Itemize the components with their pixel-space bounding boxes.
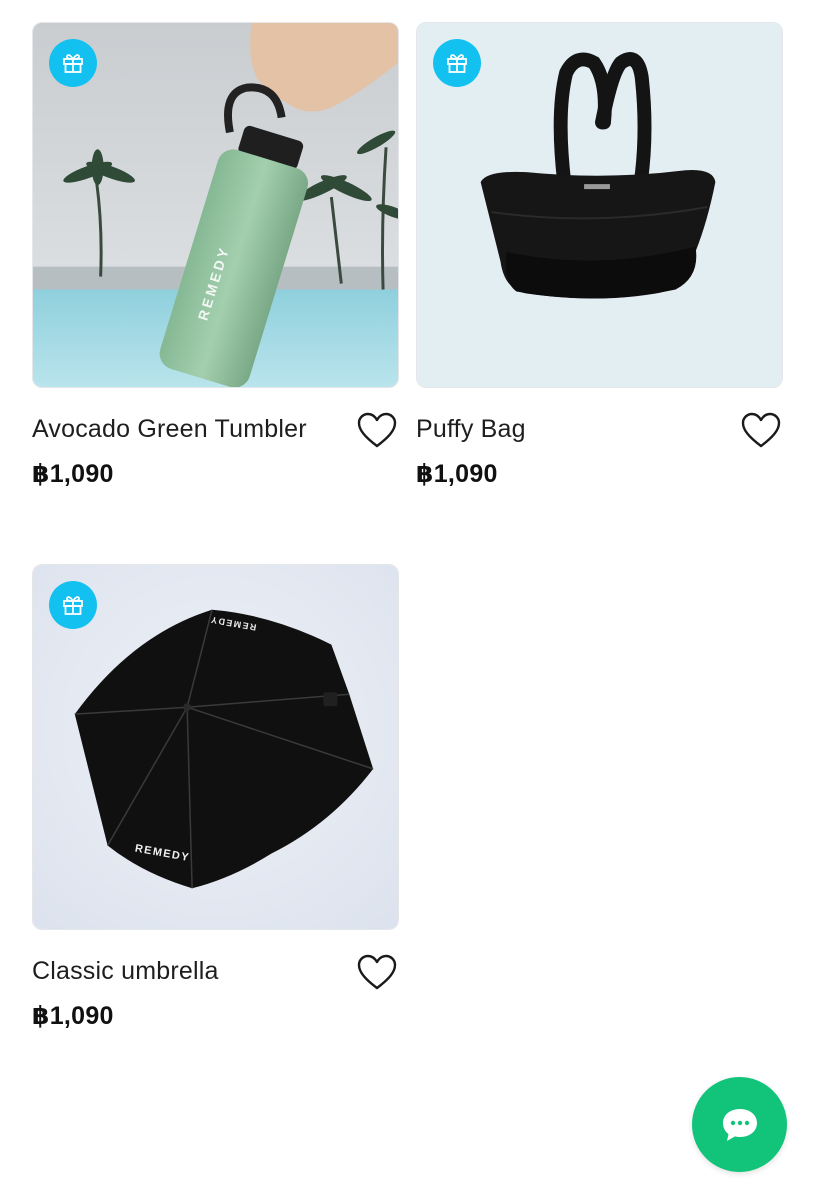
heart-icon (357, 412, 397, 448)
product-image[interactable] (416, 22, 783, 388)
product-price: ฿1,090 (32, 1002, 114, 1030)
heart-icon (357, 954, 397, 990)
product-card-tumbler[interactable]: REMEDY Avocado Green Tumbler ฿1,090 (32, 22, 399, 489)
product-image[interactable]: REMEDY (32, 22, 399, 388)
gift-badge (49, 581, 97, 629)
gift-badge (49, 39, 97, 87)
product-title[interactable]: Avocado Green Tumbler (32, 408, 332, 451)
product-card-puffy-bag[interactable]: Puffy Bag ฿1,090 (416, 22, 783, 489)
heart-icon (741, 412, 781, 448)
product-price: ฿1,090 (32, 460, 114, 488)
wishlist-button[interactable] (357, 412, 397, 450)
product-info: Puffy Bag ฿1,090 (416, 388, 783, 489)
product-price: ฿1,090 (416, 460, 498, 488)
chat-bubble-icon (722, 1108, 757, 1141)
gift-icon (447, 54, 467, 73)
product-image[interactable]: REMEDY REMEDY (32, 564, 399, 930)
gift-icon (63, 596, 83, 615)
product-title[interactable]: Puffy Bag (416, 408, 716, 451)
product-card-umbrella[interactable]: REMEDY REMEDY Classic umbrella ฿1,090 (32, 564, 399, 1031)
wishlist-button[interactable] (357, 954, 397, 992)
chat-button[interactable] (692, 1077, 787, 1172)
product-info: Avocado Green Tumbler ฿1,090 (32, 388, 399, 489)
product-title[interactable]: Classic umbrella (32, 950, 332, 993)
product-info: Classic umbrella ฿1,090 (32, 930, 399, 1031)
gift-icon (63, 54, 83, 73)
gift-badge (433, 39, 481, 87)
wishlist-button[interactable] (741, 412, 781, 450)
